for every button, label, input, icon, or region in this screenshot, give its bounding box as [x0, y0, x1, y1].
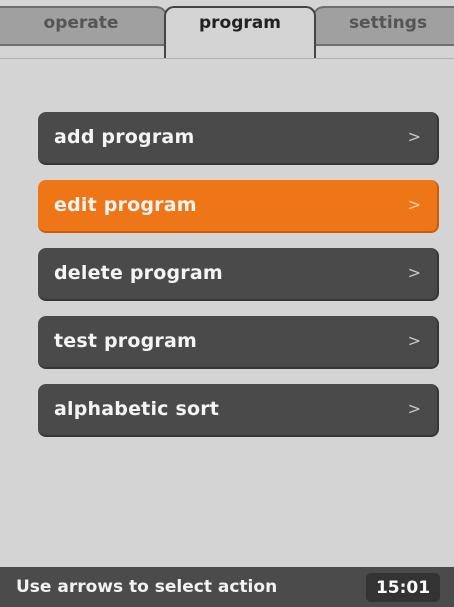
- chevron-right-icon: >: [407, 399, 421, 418]
- menu-item-add-program[interactable]: add program >: [38, 112, 439, 165]
- chevron-right-icon: >: [407, 127, 421, 146]
- chevron-right-icon: >: [407, 331, 421, 350]
- tab-operate[interactable]: operate: [0, 6, 168, 46]
- chevron-right-icon: >: [407, 195, 421, 214]
- menu-item-label: edit program: [54, 194, 197, 216]
- tab-settings[interactable]: settings: [312, 6, 454, 46]
- menu-item-label: delete program: [54, 262, 223, 284]
- chevron-right-icon: >: [407, 263, 421, 282]
- tab-settings-label: settings: [348, 13, 428, 33]
- clock-display: 15:01: [366, 573, 440, 602]
- menu-item-edit-program[interactable]: edit program >: [38, 180, 439, 233]
- status-bar: Use arrows to select action 15:01: [0, 567, 454, 607]
- clock-time: 15:01: [375, 577, 431, 598]
- program-action-menu: add program > edit program > delete prog…: [38, 112, 439, 452]
- menu-item-label: test program: [54, 330, 197, 352]
- device-screen: operate program settings add program > e…: [0, 0, 454, 607]
- tab-program-label: program: [199, 13, 281, 33]
- tab-bar: operate program settings: [0, 0, 454, 59]
- menu-item-label: add program: [54, 126, 195, 148]
- menu-item-test-program[interactable]: test program >: [38, 316, 439, 369]
- menu-item-alphabetic-sort[interactable]: alphabetic sort >: [38, 384, 439, 437]
- tab-program[interactable]: program: [164, 6, 316, 58]
- tab-operate-label: operate: [43, 13, 119, 33]
- status-hint: Use arrows to select action: [16, 577, 278, 597]
- menu-item-delete-program[interactable]: delete program >: [38, 248, 439, 301]
- menu-item-label: alphabetic sort: [54, 398, 220, 420]
